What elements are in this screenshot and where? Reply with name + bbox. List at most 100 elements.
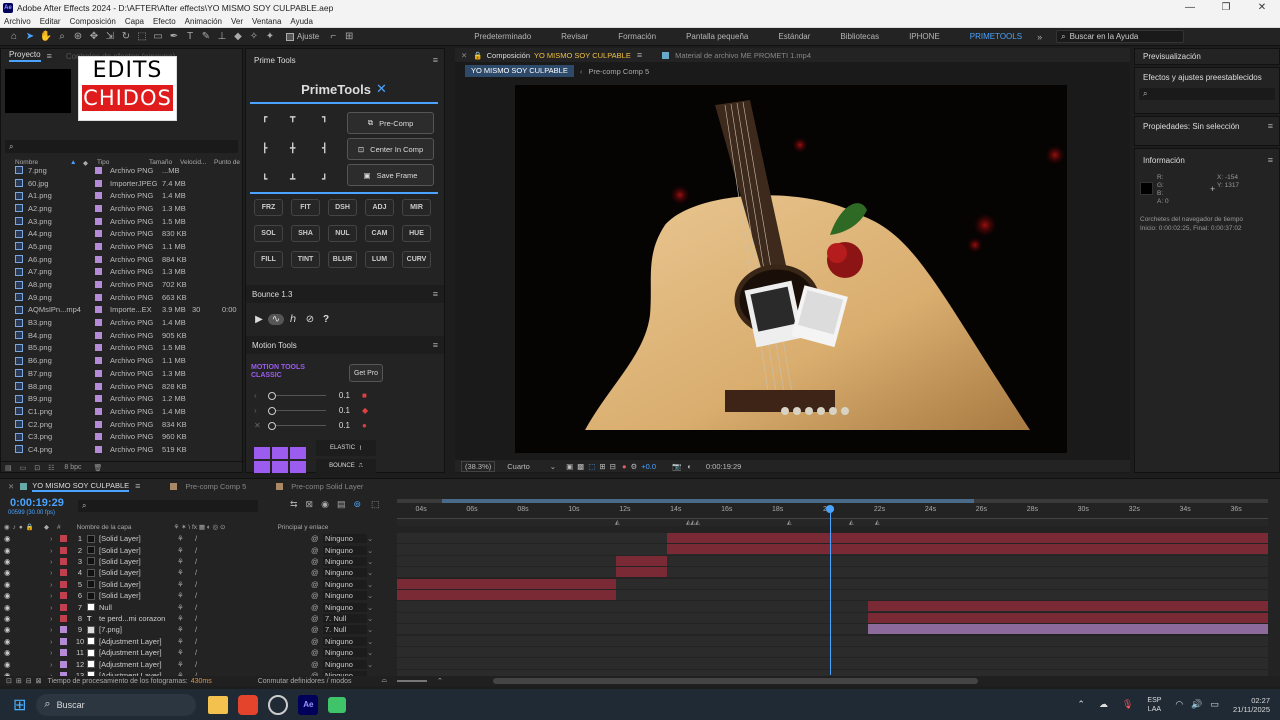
menu-icon[interactable]: ≡ <box>433 289 438 299</box>
new-folder-icon[interactable]: ▭ <box>20 464 27 472</box>
workspace-primetools[interactable]: PRIMETOOLS <box>970 32 1022 41</box>
chevron-right-icon[interactable]: › <box>50 637 58 646</box>
render-toggle-icon[interactable]: ⊡ <box>6 677 12 685</box>
layer-name[interactable]: [7.png] <box>99 625 177 634</box>
pickwhip-icon[interactable]: @ <box>311 637 323 646</box>
help-icon[interactable]: ? <box>318 314 334 325</box>
workspace-bibliotecas[interactable]: Bibliotecas <box>840 32 879 41</box>
eye-icon[interactable]: ◉ <box>4 546 14 555</box>
menu-icon[interactable]: ≡ <box>433 55 438 65</box>
chrome-icon[interactable] <box>268 694 289 715</box>
layer-track[interactable] <box>397 555 1268 567</box>
precomp-button[interactable]: ⧉ Pre-Comp <box>347 112 434 134</box>
comp-tab-name[interactable]: YO MISMO SOY CULPABLE <box>534 51 631 60</box>
quality-switch-icon[interactable]: / <box>195 568 255 577</box>
layer-duration-bar[interactable] <box>666 544 1268 555</box>
play-icon[interactable]: ▶ <box>250 314 268 325</box>
pickwhip-icon[interactable]: @ <box>311 591 323 600</box>
marker[interactable]: ◭◭◭ <box>686 519 700 526</box>
parent-dropdown[interactable]: 7. Null <box>323 613 367 623</box>
layer-row[interactable]: ◉ › 5 [Solid Layer] ⚘ / @ Ninguno ⌄ <box>0 579 396 590</box>
media-app-icon[interactable] <box>328 696 347 713</box>
layer-row[interactable]: ◉ › 9 [7.png] ⚘ / @7. Null ⌄ <box>0 624 396 635</box>
chevron-down-icon[interactable]: ⌄ <box>367 614 373 623</box>
new-comp-icon[interactable]: ⊡ <box>34 464 40 472</box>
layer-track[interactable] <box>397 578 1268 589</box>
home-icon[interactable]: ⌂ <box>6 31 22 42</box>
marker[interactable]: ◭ <box>875 519 880 526</box>
onedrive-icon[interactable]: ☁ <box>1099 699 1108 710</box>
marker[interactable]: ◭ <box>849 519 854 526</box>
brave-browser-icon[interactable] <box>238 694 259 715</box>
adjust-icon[interactable]: ☷ <box>48 464 54 472</box>
timeline-timecode[interactable]: 0:00:19:29 <box>10 497 64 509</box>
rectangle-tool-icon[interactable]: ▭ <box>150 31 166 42</box>
rotate-tool-icon[interactable]: ↻ <box>118 31 134 42</box>
quality-switch-icon[interactable]: / <box>195 603 255 612</box>
timeline-tab-precomp5[interactable]: Pre-comp Comp 5 <box>185 482 246 491</box>
project-item[interactable]: C4.png Archivo PNG 519 KB <box>1 443 244 456</box>
eye-icon[interactable]: ◉ <box>4 591 14 600</box>
interpret-icon[interactable]: ▤ <box>5 464 12 472</box>
layer-duration-bar[interactable] <box>397 590 617 600</box>
pickwhip-icon[interactable]: @ <box>311 580 323 589</box>
layer-track[interactable] <box>397 624 1268 635</box>
workspace-predeterminado[interactable]: Predeterminado <box>474 32 531 41</box>
puppet-pin-icon[interactable]: ✦ <box>262 31 278 42</box>
label-color[interactable] <box>60 637 67 645</box>
chevron-right-icon[interactable]: › <box>50 591 58 600</box>
eye-icon[interactable]: ◉ <box>4 625 14 634</box>
project-item[interactable]: C1.png Archivo PNG 1.4 MB <box>1 405 244 418</box>
eye-icon[interactable]: ◉ <box>4 614 14 623</box>
chevron-down-icon[interactable]: ⌄ <box>367 648 373 657</box>
label-color[interactable] <box>60 603 67 611</box>
close-button[interactable]: ✕ <box>1244 0 1280 15</box>
graph-editor-icon[interactable]: ⬚ <box>371 499 380 510</box>
chevron-down-icon[interactable]: ⌄ <box>367 660 373 669</box>
project-item[interactable]: A7.png Archivo PNG 1.3 MB <box>1 266 244 279</box>
eraser-tool-icon[interactable]: ◆ <box>230 31 246 42</box>
3d-view-icon[interactable]: ⊟ <box>610 462 616 471</box>
remove-icon[interactable]: ⊘ <box>302 314 318 325</box>
comp-viewer-canvas[interactable] <box>515 85 1067 453</box>
project-item[interactable]: A9.png Archivo PNG 663 KB <box>1 291 244 304</box>
quality-switch-icon[interactable]: / <box>195 660 255 669</box>
layer-track[interactable] <box>397 612 1268 624</box>
trash-icon[interactable]: 🗑 <box>94 464 103 472</box>
layer-row[interactable]: ◉ › 10 [Adjustment Layer] ⚘ / @ Ninguno ⌄ <box>0 636 396 647</box>
timeline-tab-solid[interactable]: Pre-comp Solid Layer <box>291 482 363 491</box>
type-tool-icon[interactable]: T <box>182 31 198 42</box>
quality-switch-icon[interactable]: / <box>195 614 255 623</box>
zoom-in-icon[interactable]: ⌃ <box>437 677 443 685</box>
layer-track[interactable] <box>397 567 1268 578</box>
maximize-button[interactable]: ❐ <box>1208 0 1244 15</box>
dolly-camera-icon[interactable]: ⇲ <box>102 31 118 42</box>
brush-tool-icon[interactable]: ✎ <box>198 31 214 42</box>
quality-switch-icon[interactable]: / <box>195 625 255 634</box>
menu-archivo[interactable]: Archivo <box>4 17 31 26</box>
menu-composicion[interactable]: Composición <box>70 17 116 26</box>
pickwhip-icon[interactable]: @ <box>311 557 323 566</box>
layer-row[interactable]: ◉ › 4 [Solid Layer] ⚘ / @ Ninguno ⌄ <box>0 567 396 578</box>
layer-track[interactable] <box>397 544 1268 555</box>
project-tab[interactable]: Proyecto <box>9 50 41 62</box>
chevron-right-icon[interactable]: › <box>50 568 58 577</box>
label-color[interactable] <box>60 569 67 577</box>
key-button-adj[interactable]: ADJ <box>365 199 394 216</box>
layer-row[interactable]: ◉ › 12 [Adjustment Layer] ⚘ / @ Ninguno ⌄ <box>0 658 396 669</box>
project-item[interactable]: A3.png Archivo PNG 1.5 MB <box>1 215 244 228</box>
layer-track[interactable] <box>397 601 1268 612</box>
layer-duration-bar[interactable] <box>868 612 1268 623</box>
eye-icon[interactable]: ◉ <box>4 580 14 589</box>
shy-switch-icon[interactable]: ⚘ <box>177 603 195 612</box>
chevron-down-icon[interactable]: ⌄ <box>367 625 373 634</box>
key-button-lum[interactable]: LUM <box>365 251 394 268</box>
chevron-down-icon[interactable]: ⌄ <box>367 591 373 600</box>
align-middle-left-icon[interactable]: ┣ <box>262 143 267 154</box>
project-item[interactable]: 60.jpg ImporterJPEG 7.4 MB <box>1 177 244 190</box>
snapshot-icon[interactable]: 📷 <box>672 462 681 471</box>
layer-name[interactable]: [Solid Layer] <box>99 546 177 555</box>
layer-name[interactable]: te perd...mi corazon <box>99 614 177 623</box>
minimize-button[interactable]: — <box>1172 0 1208 15</box>
menu-icon[interactable]: ≡ <box>135 481 140 491</box>
